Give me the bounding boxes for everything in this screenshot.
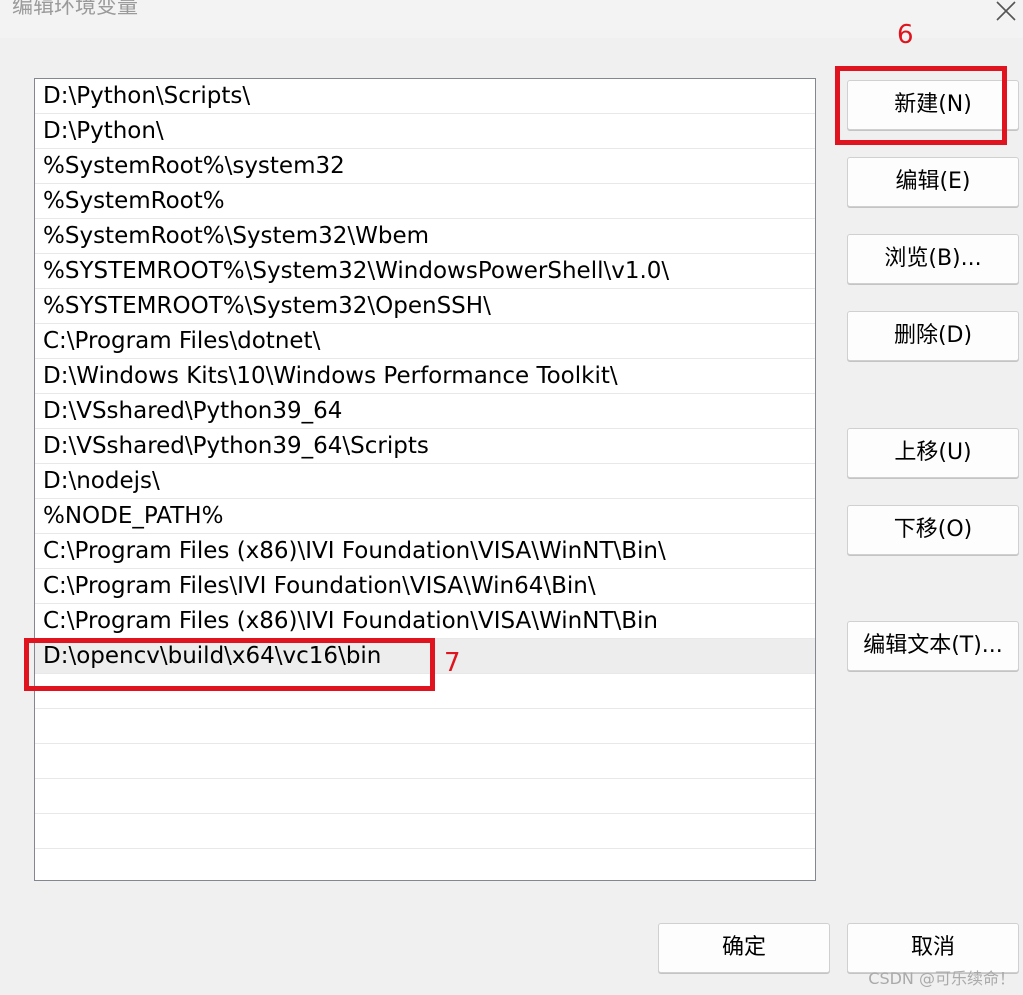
path-list-item[interactable]: [35, 709, 815, 744]
path-list-item[interactable]: [35, 814, 815, 849]
edit-button[interactable]: 编辑(E): [847, 157, 1019, 207]
path-list-item[interactable]: D:\Python\: [35, 114, 815, 149]
path-list-item[interactable]: C:\Program Files\IVI Foundation\VISA\Win…: [35, 569, 815, 604]
path-list-item[interactable]: D:\VSshared\Python39_64\Scripts: [35, 429, 815, 464]
path-list-item[interactable]: [35, 779, 815, 814]
path-list-item[interactable]: %SystemRoot%\System32\Wbem: [35, 219, 815, 254]
path-list-item[interactable]: D:\Python\Scripts\: [35, 79, 815, 114]
path-list-item[interactable]: D:\nodejs\: [35, 464, 815, 499]
path-list-item[interactable]: %SYSTEMROOT%\System32\OpenSSH\: [35, 289, 815, 324]
move-down-button[interactable]: 下移(O): [847, 505, 1019, 555]
path-list[interactable]: D:\Python\Scripts\ D:\Python\ %SystemRoot%…: [34, 78, 816, 881]
close-button[interactable]: [989, 0, 1023, 30]
title-bar: 编辑环境变量: [0, 0, 1023, 38]
ok-button[interactable]: 确定: [658, 923, 830, 973]
step-number-6: 6: [897, 20, 914, 50]
path-list-item[interactable]: C:\Program Files (x86)\IVI Foundation\VI…: [35, 534, 815, 569]
edit-text-button[interactable]: 编辑文本(T)...: [847, 621, 1019, 671]
path-list-item[interactable]: [35, 849, 815, 880]
path-list-item[interactable]: %SystemRoot%: [35, 184, 815, 219]
path-list-item[interactable]: %SystemRoot%\system32: [35, 149, 815, 184]
move-up-button[interactable]: 上移(U): [847, 428, 1019, 478]
path-list-item[interactable]: D:\Windows Kits\10\Windows Performance T…: [35, 359, 815, 394]
window-title: 编辑环境变量: [12, 0, 138, 18]
watermark: CSDN @可乐续命！: [868, 969, 1015, 988]
close-icon: [996, 1, 1016, 21]
browse-button[interactable]: 浏览(B)...: [847, 234, 1019, 284]
path-list-item[interactable]: C:\Program Files (x86)\IVI Foundation\VI…: [35, 604, 815, 639]
path-list-item[interactable]: D:\VSshared\Python39_64: [35, 394, 815, 429]
step-number-7: 7: [444, 648, 461, 678]
path-list-item[interactable]: %SYSTEMROOT%\System32\WindowsPowerShell\…: [35, 254, 815, 289]
highlight-opencv-entry: [24, 638, 435, 691]
delete-button[interactable]: 删除(D): [847, 311, 1019, 361]
highlight-new-button: [835, 66, 1007, 145]
path-list-item[interactable]: %NODE_PATH%: [35, 499, 815, 534]
path-list-item[interactable]: [35, 744, 815, 779]
path-list-item[interactable]: C:\Program Files\dotnet\: [35, 324, 815, 359]
